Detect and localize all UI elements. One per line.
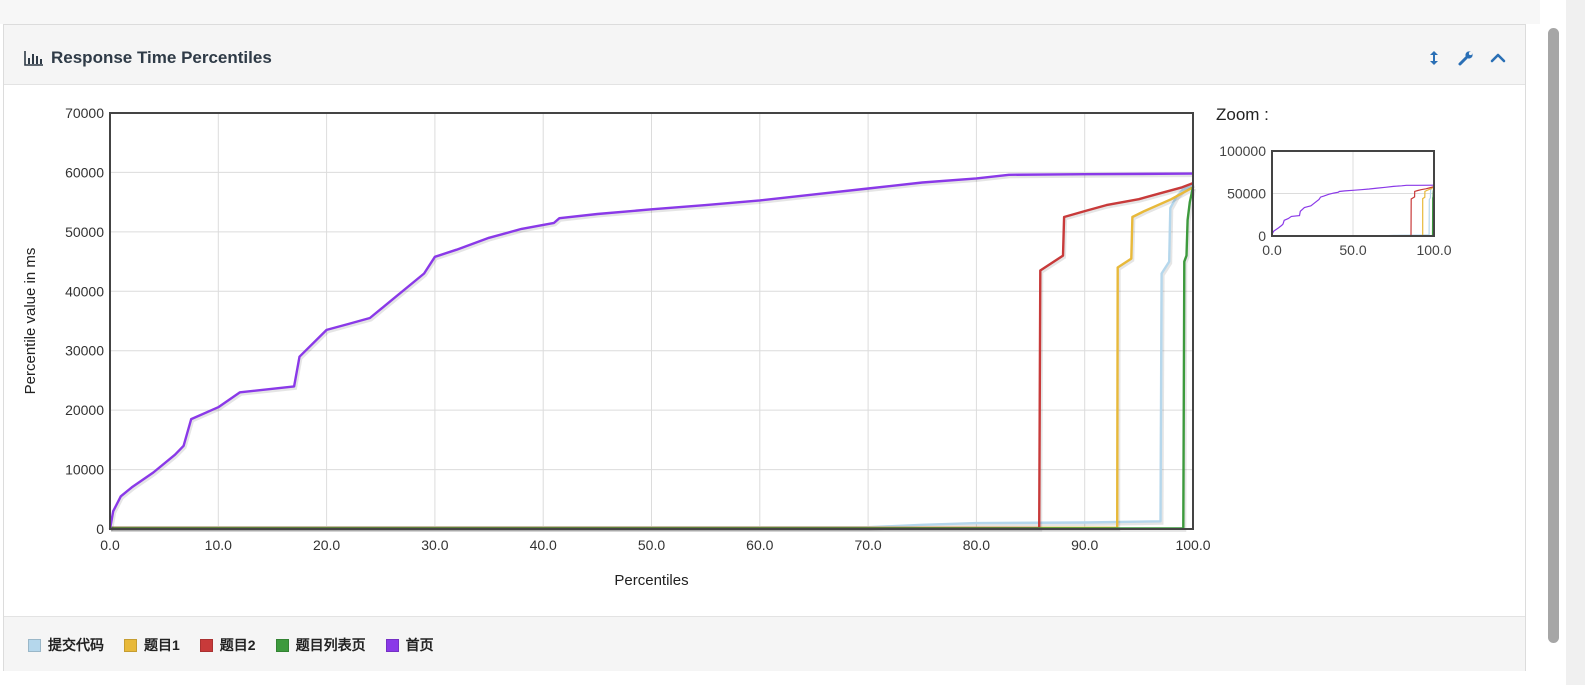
y-tick-label: 0	[96, 521, 104, 537]
zoom-y-tick-label: 100000	[1219, 143, 1266, 159]
legend-swatch	[199, 638, 213, 652]
legend-label: 题目2	[219, 637, 256, 653]
x-tick-label: 40.0	[530, 537, 557, 553]
panel-footer: 提交代码 题目1 题目2 题目列表页 首页	[4, 616, 1525, 671]
legend-item[interactable]: 提交代码	[28, 635, 104, 655]
x-tick-label: 0.0	[100, 537, 120, 553]
legend-label: 首页	[405, 637, 434, 653]
series-shadow	[109, 173, 1195, 531]
legend-swatch	[28, 638, 41, 652]
x-tick-label: 10.0	[205, 537, 232, 553]
series-shadow	[111, 184, 1195, 531]
panel-title: Response Time Percentiles	[24, 47, 272, 69]
zoom-x-tick-label: 100.0	[1416, 242, 1451, 258]
series-shadow	[111, 187, 1195, 532]
x-tick-label: 100.0	[1175, 537, 1210, 553]
legend-swatch	[124, 638, 137, 652]
series-shadow	[111, 188, 1196, 532]
x-tick-label: 80.0	[963, 537, 990, 553]
legend-label: 提交代码	[48, 637, 104, 653]
y-tick-label: 50000	[65, 224, 104, 240]
y-axis-label: Percentile value in ms	[22, 248, 39, 395]
wrench-icon[interactable]	[1457, 49, 1475, 67]
chevron-up-icon[interactable]	[1489, 49, 1507, 67]
legend-label: 题目1	[144, 637, 180, 653]
chart-area: 0.0 10.0 20.0 30.0 40.0 50.0 60.0 70.0 80.0 90.0 1…	[4, 85, 1525, 616]
resize-vertical-icon[interactable]	[1425, 49, 1443, 67]
zoom-y-tick-label: 50000	[1227, 186, 1266, 202]
window-edge	[1566, 0, 1585, 685]
y-tick-label: 10000	[65, 462, 104, 478]
response-time-percentiles-panel: Response Time Percentiles 0.0 10.0 20.0 …	[3, 24, 1526, 671]
series-shadow	[111, 182, 1195, 532]
panel-title-text: Response Time Percentiles	[51, 48, 272, 67]
zoom-label: Zoom :	[1216, 105, 1269, 124]
zoom-x-tick-label: 0.0	[1262, 242, 1282, 258]
zoom-y-tick-label: 0	[1258, 228, 1266, 244]
legend-item[interactable]: 题目列表页	[275, 635, 366, 655]
y-tick-label: 30000	[65, 343, 104, 359]
panel-header: Response Time Percentiles	[4, 25, 1525, 85]
x-tick-label: 30.0	[421, 537, 448, 553]
legend-item[interactable]: 题目1	[124, 635, 180, 655]
legend-swatch	[385, 638, 399, 652]
legend-item[interactable]: 首页	[385, 635, 434, 655]
legend-label: 题目列表页	[295, 637, 366, 653]
y-tick-label: 60000	[65, 164, 104, 180]
x-tick-label: 20.0	[313, 537, 340, 553]
x-tick-label: 90.0	[1071, 537, 1098, 553]
bar-chart-icon	[24, 50, 44, 66]
y-tick-label: 70000	[65, 105, 104, 121]
page-top-strip	[0, 0, 1540, 24]
x-tick-label: 70.0	[854, 537, 881, 553]
x-tick-label: 60.0	[746, 537, 773, 553]
scrollbar-thumb[interactable]	[1548, 28, 1559, 643]
zoom-x-tick-label: 50.0	[1339, 242, 1366, 258]
x-axis-label: Percentiles	[614, 572, 688, 589]
y-tick-label: 40000	[65, 283, 104, 299]
x-tick-label: 50.0	[638, 537, 665, 553]
panel-tools	[1425, 49, 1507, 67]
legend-item[interactable]: 题目2	[199, 635, 256, 655]
chart-legend: 提交代码 题目1 题目2 题目列表页 首页	[28, 635, 434, 655]
percentiles-line-chart[interactable]: 0.0 10.0 20.0 30.0 40.0 50.0 60.0 70.0 80.0 90.0 1…	[4, 85, 1525, 616]
y-tick-label: 20000	[65, 402, 104, 418]
legend-swatch	[275, 638, 289, 652]
